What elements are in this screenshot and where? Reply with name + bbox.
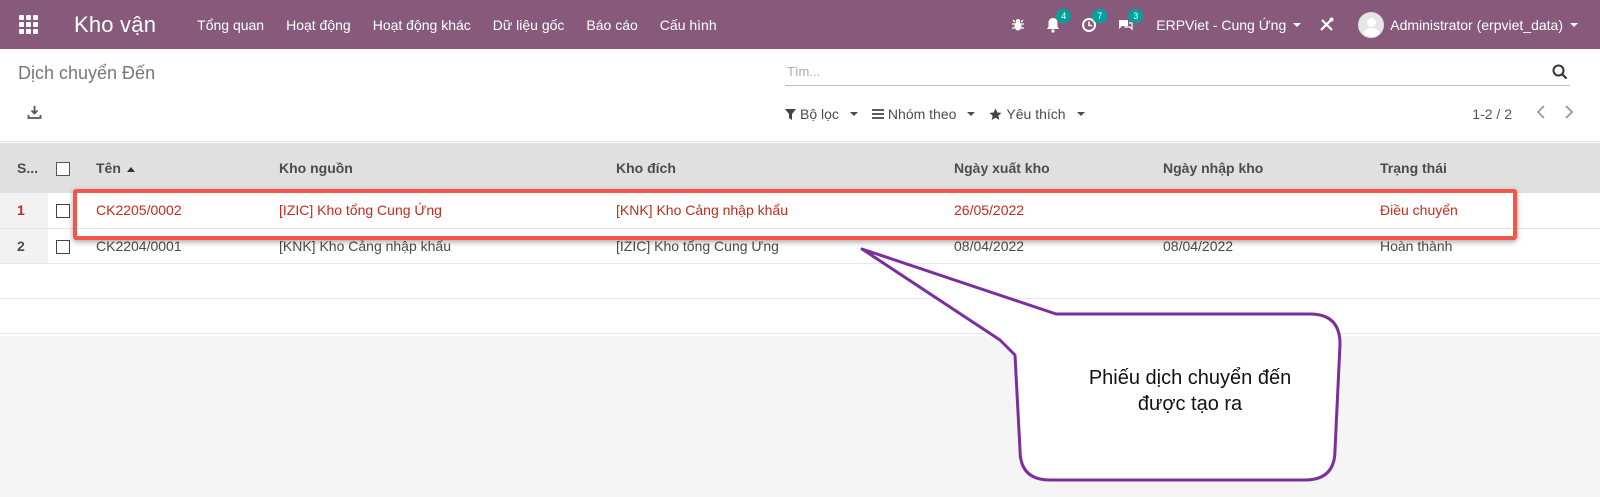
- row-state: Điều chuyển: [1372, 193, 1600, 229]
- tools-button[interactable]: [1319, 17, 1334, 32]
- message-count-badge: 3: [1128, 8, 1144, 23]
- empty-row: [0, 263, 1600, 299]
- row-select-cell: [48, 228, 88, 264]
- search-options: Bộ lọc Nhóm theo Yêu thích: [785, 106, 1085, 122]
- chevron-down-icon: [967, 112, 976, 116]
- tools-icon: [1320, 17, 1334, 31]
- column-header-date-in[interactable]: Ngày nhập kho: [1155, 143, 1372, 193]
- list-table: S... Tên Kho nguồn Kho đích Ngày xuất kh…: [0, 143, 1600, 334]
- chevron-right-icon[interactable]: [1564, 105, 1574, 119]
- page-title: Dịch chuyển Đến: [18, 63, 156, 83]
- notification-count-badge: 4: [1056, 8, 1072, 23]
- sort-ascending-icon: [126, 166, 135, 172]
- list-icon: [871, 109, 884, 119]
- row-source: [KNK] Kho Cảng nhập khẩu: [271, 228, 608, 264]
- activities-button[interactable]: 7: [1081, 8, 1108, 33]
- chevron-down-icon: [1076, 112, 1085, 116]
- callout-text: Phiếu dịch chuyển đến được tạo ra: [1040, 365, 1340, 417]
- row-date-out: 08/04/2022: [946, 228, 1155, 264]
- chevron-down-icon: [1293, 22, 1302, 27]
- row-date-in: 08/04/2022: [1155, 228, 1372, 264]
- row-select-cell: [48, 193, 88, 229]
- row-name: CK2205/0002: [88, 193, 271, 229]
- row-date-out: 26/05/2022: [946, 193, 1155, 229]
- column-header-state[interactable]: Trạng thái: [1372, 143, 1600, 193]
- row-destination: [KNK] Kho Cảng nhập khẩu: [608, 193, 946, 229]
- app-title[interactable]: Kho vận: [74, 12, 156, 38]
- group-by-dropdown[interactable]: Nhóm theo: [871, 106, 976, 122]
- column-header-date-out[interactable]: Ngày xuất kho: [946, 143, 1155, 193]
- star-icon: [989, 108, 1002, 120]
- filter-dropdown[interactable]: Bộ lọc: [785, 106, 858, 122]
- main-menu: Tổng quan Hoạt động Hoạt động khác Dữ li…: [186, 17, 727, 33]
- filter-label: Bộ lọc: [800, 106, 839, 122]
- messages-button[interactable]: 3: [1117, 8, 1144, 33]
- favorites-dropdown[interactable]: Yêu thích: [989, 106, 1085, 122]
- row-state: Hoàn thành: [1372, 228, 1600, 264]
- row-checkbox[interactable]: [56, 239, 70, 254]
- menu-item-configuration[interactable]: Cấu hình: [649, 17, 728, 33]
- company-switcher[interactable]: ERPViet - Cung Ứng: [1156, 16, 1302, 33]
- activity-count-badge: 7: [1092, 8, 1108, 23]
- menu-item-reports[interactable]: Báo cáo: [575, 17, 648, 33]
- favorites-label: Yêu thích: [1006, 106, 1066, 122]
- chevron-down-icon: [1570, 22, 1578, 27]
- menu-item-other-operations[interactable]: Hoạt động khác: [362, 17, 482, 33]
- user-menu[interactable]: Administrator (erpviet_data): [1358, 11, 1578, 38]
- row-source: [IZIC] Kho tổng Cung Ứng: [271, 193, 608, 229]
- list-background: [0, 336, 1600, 497]
- user-name: Administrator (erpviet_data): [1390, 16, 1563, 33]
- menu-item-operations[interactable]: Hoạt động: [275, 17, 362, 33]
- top-navbar: Kho vận Tổng quan Hoạt động Hoạt động kh…: [0, 0, 1600, 49]
- group-by-label: Nhóm theo: [887, 106, 957, 122]
- chevron-down-icon: [849, 112, 858, 116]
- select-all-cell: [48, 143, 88, 193]
- export-button[interactable]: [27, 105, 42, 123]
- avatar: [1358, 11, 1385, 38]
- row-name: CK2204/0001: [88, 228, 271, 264]
- callout-line-1: Phiếu dịch chuyển đến: [1088, 367, 1292, 389]
- empty-row: [0, 298, 1600, 334]
- control-panel: Dịch chuyển Đến Bộ lọc Nhóm theo Yêu thí…: [0, 49, 1600, 142]
- search-bar: [785, 58, 1570, 86]
- row-destination: [IZIC] Kho tổng Cung Ứng: [608, 228, 946, 264]
- row-seq: 1: [0, 193, 48, 229]
- company-name: ERPViet - Cung Ứng: [1156, 16, 1287, 33]
- column-header-destination[interactable]: Kho đích: [608, 143, 946, 193]
- pager-value[interactable]: 1-2 / 2: [1472, 106, 1512, 122]
- column-header-name-label: Tên: [96, 160, 121, 176]
- apps-menu-button[interactable]: [0, 0, 56, 49]
- column-header-source[interactable]: Kho nguồn: [271, 143, 608, 193]
- menu-item-master-data[interactable]: Dữ liệu gốc: [482, 17, 576, 33]
- column-header-name[interactable]: Tên: [88, 143, 271, 193]
- table-header-row: S... Tên Kho nguồn Kho đích Ngày xuất kh…: [0, 143, 1600, 193]
- row-checkbox[interactable]: [56, 204, 70, 219]
- search-icon[interactable]: [1552, 64, 1568, 80]
- notifications-button[interactable]: 4: [1045, 8, 1072, 33]
- grid-icon: [18, 15, 38, 34]
- table-row[interactable]: 2 CK2204/0001 [KNK] Kho Cảng nhập khẩu […: [0, 228, 1600, 264]
- select-all-checkbox[interactable]: [56, 162, 70, 177]
- callout-line-2: được tạo ra: [1137, 393, 1243, 415]
- bug-icon: [1012, 18, 1025, 30]
- column-header-seq[interactable]: S...: [0, 143, 48, 193]
- pager-buttons: [1536, 105, 1574, 119]
- debug-button[interactable]: [1011, 18, 1025, 32]
- menu-item-overview[interactable]: Tổng quan: [186, 17, 275, 33]
- chevron-left-icon[interactable]: [1536, 105, 1546, 119]
- table-row[interactable]: 1 CK2205/0002 [IZIC] Kho tổng Cung Ứng […: [0, 193, 1600, 229]
- row-date-in: [1155, 193, 1372, 229]
- systray: 4 7 3 ERPViet - Cung Ứng Administrator (…: [1001, 0, 1600, 49]
- search-input[interactable]: [785, 58, 1525, 84]
- download-icon: [27, 106, 42, 119]
- row-seq: 2: [0, 228, 48, 264]
- filter-icon: [785, 108, 796, 120]
